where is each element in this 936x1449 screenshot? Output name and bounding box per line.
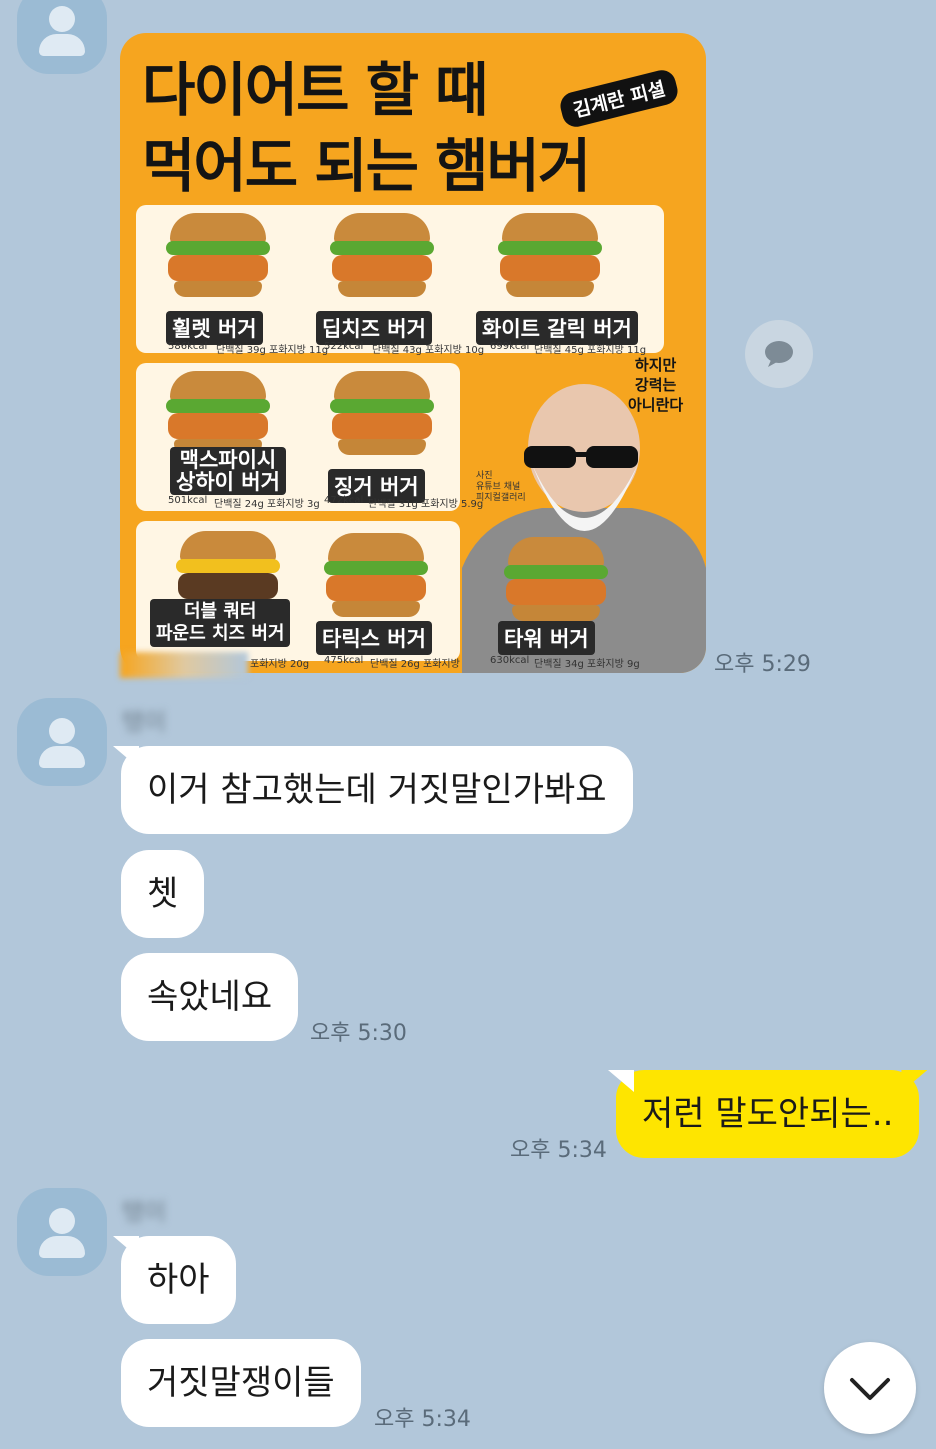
image-stamp: 김계란 피셜 [557,67,681,130]
message-time: 오후 5:30 [310,1021,407,1046]
sender-avatar[interactable] [17,698,107,786]
photo-credit: 사진 유튜브 채널 피지컬갤러리 [476,471,526,503]
burger-image [330,213,434,301]
message-time: 오후 5:34 [510,1138,607,1163]
burger-name: 타릭스 버거 [316,621,432,655]
image-headline-2: 먹어도 되는 햄버거 [142,132,591,200]
chat-reply-button[interactable] [745,320,813,388]
avatar-person-icon [49,718,75,744]
chat-bubble-icon [765,341,793,367]
burger-detail: 단백질 43g 포화지방 10g [372,345,485,356]
burger-detail: 단백질 39g 포화지방 11g [216,345,329,356]
chevron-down-icon [850,1378,890,1400]
burger-kcal: 475kcal [324,655,364,666]
avatar-person-icon [49,1208,75,1234]
burger-kcal: 699kcal [490,341,530,352]
burger-kcal: 501kcal [168,495,208,506]
burger-kcal: 630kcal [490,655,530,666]
scroll-to-bottom-button[interactable] [824,1342,916,1434]
burger-detail: 단백질 34g 포화지방 9g [534,659,640,670]
message-bubble[interactable]: 거짓말쟁이들 [121,1339,361,1427]
burger-name: 화이트 갈릭 버거 [476,311,638,345]
side-caption: 하지만 강력는 아니란다 [628,356,684,414]
message-bubble[interactable]: 속았네요 [121,953,299,1041]
sender-avatar[interactable] [17,0,107,74]
message-bubble[interactable]: 이거 참고했는데 거짓말인가봐요 [121,746,633,834]
burger-name: 타워 버거 [498,621,595,655]
burger-kcal: 522kcal [324,341,364,352]
burger-name: 더블 쿼터 파운드 치즈 버거 [150,599,291,647]
message-time: 오후 5:29 [714,652,811,677]
burger-name: 딥치즈 버거 [316,311,432,345]
image-message[interactable]: 다이어트 할 때 먹어도 되는 햄버거 김계란 피셜 휠렛 버거 586kcal… [120,33,706,673]
sender-name: 탱이 [122,708,167,736]
burger-kcal: 586kcal [168,341,208,352]
message-time: 오후 5:34 [374,1407,471,1432]
sender-avatar[interactable] [17,1188,107,1276]
burger-kcal: 472kcal [324,495,364,506]
avatar-person-icon [49,6,75,32]
burger-detail: 포화지방 20g [250,659,310,670]
message-bubble[interactable]: 하아 [121,1236,236,1324]
message-bubble[interactable]: 쳇 [121,850,205,938]
burger-image [498,213,602,301]
my-message-bubble[interactable]: 저런 말도안되는.. [616,1070,920,1158]
burger-detail: 단백질 45g 포화지방 11g [534,345,647,356]
burger-image [504,537,608,625]
burger-name: 맥스파이시 상하이 버거 [170,447,286,495]
burger-image [324,533,428,621]
burger-image [166,213,270,301]
image-headline-1: 다이어트 할 때 [142,56,489,124]
burger-image [166,371,270,459]
burger-detail: 단백질 24g 포화지방 3g [214,499,320,510]
sender-name: 탱이 [122,1198,167,1226]
blurred-strip [120,652,248,678]
burger-name: 휠렛 버거 [166,311,263,345]
burger-image [330,371,434,459]
